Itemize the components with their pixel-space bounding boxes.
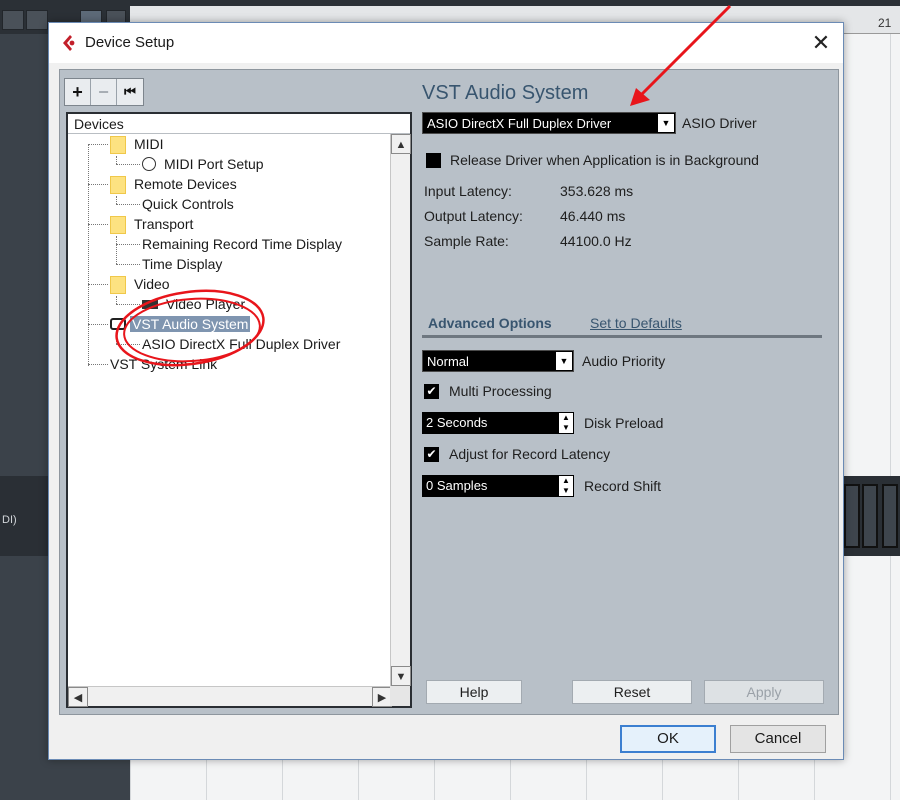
scroll-down-icon[interactable]: ▼ <box>391 666 411 686</box>
advanced-divider <box>422 335 822 338</box>
advanced-options-heading: Advanced Options <box>428 315 552 331</box>
device-setup-dialog: Device Setup ✕ + − ⏮ Devices MIDI MIDI P… <box>48 22 844 760</box>
add-device-button[interactable]: + <box>65 79 91 105</box>
tree-item-remote-devices[interactable]: Remote Devices <box>110 174 237 195</box>
audio-priority-select[interactable]: Normal ▼ <box>422 350 574 372</box>
daw-toolbar-button[interactable] <box>2 10 24 30</box>
chevron-down-icon: ▼ <box>658 114 674 132</box>
tree-item-midi[interactable]: MIDI <box>110 134 164 155</box>
help-button[interactable]: Help <box>426 680 522 704</box>
plus-icon: + <box>72 81 83 102</box>
checkmark-icon: ✔ <box>426 384 437 398</box>
sample-rate-value: 44100.0 Hz <box>560 233 632 249</box>
tree-item-asio-directx-driver[interactable]: ASIO DirectX Full Duplex Driver <box>142 334 340 354</box>
cubase-logo-icon <box>63 35 75 51</box>
scroll-right-icon[interactable]: ▶ <box>372 687 392 707</box>
close-icon: ✕ <box>811 30 831 55</box>
tree-item-transport[interactable]: Transport <box>110 214 193 235</box>
multi-processing-checkbox[interactable]: ✔ <box>424 384 439 399</box>
input-latency-label: Input Latency: <box>424 183 512 199</box>
tree-item-time-display[interactable]: Time Display <box>142 254 222 274</box>
record-shift-spinbox[interactable]: 0 Samples ▲ ▼ <box>422 475 574 497</box>
cancel-button[interactable]: Cancel <box>730 725 826 753</box>
set-to-defaults-link[interactable]: Set to Defaults <box>590 315 682 331</box>
input-latency-value: 353.628 ms <box>560 183 634 199</box>
spin-up-icon[interactable]: ▲ <box>559 413 573 423</box>
output-latency-value: 46.440 ms <box>560 208 626 224</box>
folder-icon <box>110 216 126 235</box>
audio-plug-icon <box>110 318 126 331</box>
ok-button[interactable]: OK <box>620 725 716 753</box>
output-latency-label: Output Latency: <box>424 208 523 224</box>
adjust-record-latency-checkbox[interactable]: ✔ <box>424 447 439 462</box>
release-driver-label: Release Driver when Application is in Ba… <box>450 152 759 168</box>
remove-device-button[interactable]: − <box>91 79 117 105</box>
chevron-down-icon: ▼ <box>556 352 572 370</box>
tree-item-video[interactable]: Video <box>110 274 170 295</box>
skip-back-icon: ⏮ <box>124 84 136 99</box>
ruler-bar-number: 21 <box>878 16 892 30</box>
device-toolbar: + − ⏮ <box>64 78 144 106</box>
scroll-left-icon[interactable]: ◀ <box>68 687 88 707</box>
adjust-record-latency-label: Adjust for Record Latency <box>449 446 611 462</box>
tree-item-midi-port-setup[interactable]: MIDI Port Setup <box>142 154 264 174</box>
dialog-titlebar[interactable]: Device Setup ✕ <box>49 23 843 63</box>
close-button[interactable]: ✕ <box>799 23 843 63</box>
tree-item-video-player[interactable]: Video Player <box>142 294 245 314</box>
tree-item-vst-audio-system[interactable]: VST Audio System <box>110 314 251 334</box>
reset-button[interactable]: Reset <box>572 680 692 704</box>
devices-tree[interactable]: MIDI MIDI Port Setup Remote Devices Quic… <box>68 134 392 686</box>
disk-preload-label: Disk Preload <box>584 415 664 431</box>
multi-processing-label: Multi Processing <box>449 383 552 399</box>
apply-button[interactable]: Apply <box>704 680 824 704</box>
tree-vertical-scrollbar[interactable]: ▲ ▼ <box>390 134 411 686</box>
daw-toolbar-button[interactable] <box>26 10 48 30</box>
panel-title: VST Audio System <box>422 82 589 104</box>
tree-item-quick-controls[interactable]: Quick Controls <box>142 194 234 214</box>
record-shift-label: Record Shift <box>584 478 662 494</box>
video-camera-icon <box>142 299 158 309</box>
folder-icon <box>110 276 126 295</box>
scroll-up-icon[interactable]: ▲ <box>391 134 411 154</box>
disk-preload-spinbox[interactable]: 2 Seconds ▲ ▼ <box>422 412 574 434</box>
sample-rate-label: Sample Rate: <box>424 233 509 249</box>
scrollbar-corner <box>390 686 410 706</box>
midi-port-icon <box>142 157 156 172</box>
checkmark-icon: ✔ <box>426 447 437 461</box>
tree-connector <box>88 144 89 366</box>
asio-driver-select[interactable]: ASIO DirectX Full Duplex Driver ▼ <box>422 112 676 134</box>
spin-down-icon[interactable]: ▼ <box>559 486 573 496</box>
devices-tree-header: Devices <box>68 114 410 134</box>
tree-item-remaining-record-time[interactable]: Remaining Record Time Display <box>142 234 342 254</box>
minus-icon: − <box>98 81 109 102</box>
tree-horizontal-scrollbar[interactable]: ◀ ▶ <box>68 686 392 707</box>
track-input-label: DI) <box>2 514 17 526</box>
daw-mixer-strip <box>840 476 900 556</box>
spin-down-icon[interactable]: ▼ <box>559 423 573 433</box>
reset-device-button[interactable]: ⏮ <box>117 79 143 105</box>
devices-tree-panel: Devices MIDI MIDI Port Setup Remote Devi… <box>66 112 412 708</box>
folder-icon <box>110 176 126 195</box>
dialog-client-area: + − ⏮ Devices MIDI MIDI Port Setup Remot… <box>59 69 839 715</box>
dialog-title: Device Setup <box>85 34 175 51</box>
asio-driver-label: ASIO Driver <box>682 115 757 131</box>
spin-up-icon[interactable]: ▲ <box>559 476 573 486</box>
release-driver-checkbox[interactable] <box>426 153 441 168</box>
tree-item-vst-system-link[interactable]: VST System Link <box>110 354 217 374</box>
audio-priority-label: Audio Priority <box>582 353 666 369</box>
folder-icon <box>110 136 126 155</box>
